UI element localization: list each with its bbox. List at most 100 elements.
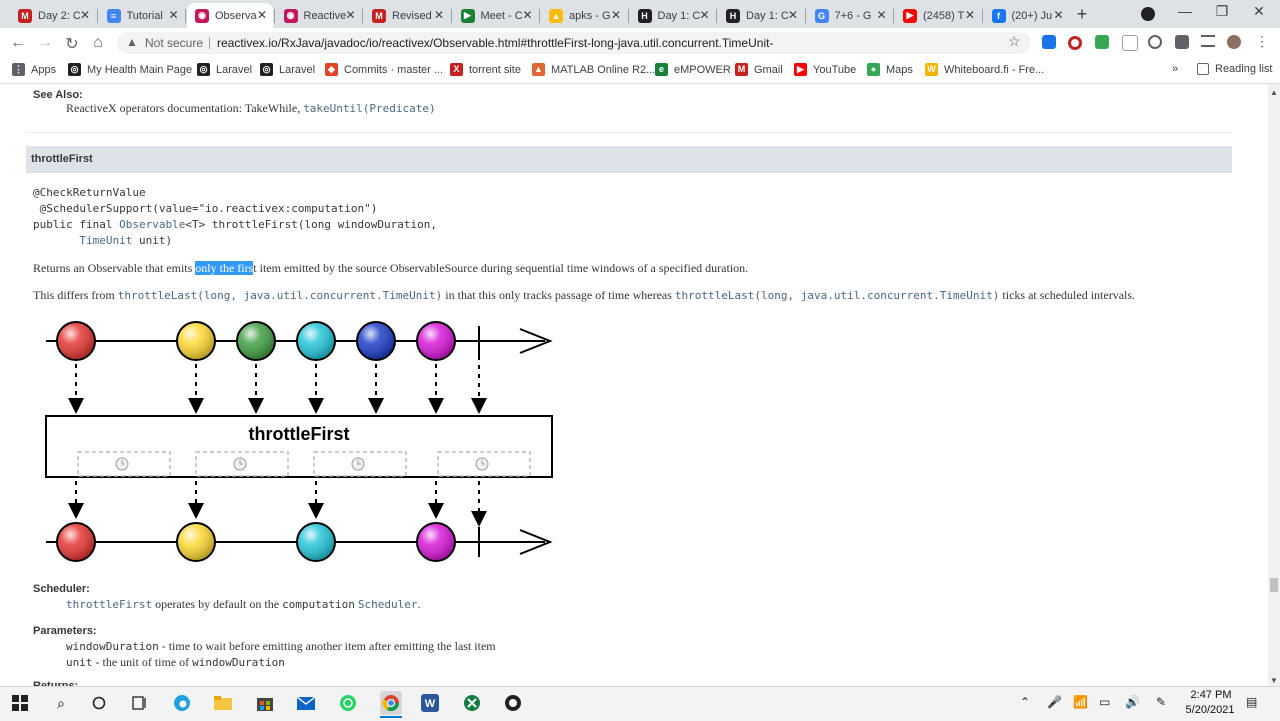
app-icon-green[interactable] (463, 694, 481, 712)
bookmark-0[interactable]: ⋮ Apps (12, 63, 56, 76)
notifications-icon[interactable]: ▤ (1246, 695, 1257, 709)
network-icon[interactable]: 📶 (1073, 695, 1088, 709)
tab-7[interactable]: H Day 1: C ✕ (630, 3, 716, 28)
close-tab-icon[interactable]: ✕ (611, 8, 621, 22)
bookmark-5[interactable]: Xtorrent site (450, 63, 521, 76)
vertical-scrollbar[interactable] (1268, 84, 1280, 686)
signature-method: <T> throttleFirst(long windowDuration, (185, 218, 437, 231)
bookmark-8[interactable]: M Gmail (735, 63, 783, 76)
parameters-heading: Parameters: (33, 625, 97, 637)
file-explorer-icon[interactable] (214, 694, 232, 712)
close-tab-icon[interactable]: ✕ (788, 8, 798, 22)
zoom-icon[interactable] (1148, 35, 1162, 49)
word-icon[interactable]: W (421, 694, 439, 712)
store-icon[interactable] (256, 694, 274, 712)
url-text[interactable]: reactivex.io/RxJava/javadoc/io/reactivex… (217, 36, 773, 50)
close-tab-icon[interactable]: ✕ (1053, 8, 1063, 22)
take-until-link[interactable]: takeUntil(Predicate) (303, 102, 435, 115)
reload-icon[interactable]: ↻ (62, 34, 82, 54)
close-tab-icon[interactable]: ✕ (168, 8, 178, 22)
bookmark-7[interactable]: e eMPOWER (655, 63, 731, 76)
forward-arrow-icon[interactable]: → (35, 34, 55, 52)
minimize-button[interactable]: — (1170, 3, 1200, 19)
tab-5[interactable]: ▶ Meet - C ✕ (453, 3, 539, 28)
cortana-icon[interactable] (90, 694, 108, 712)
tab-2[interactable]: ◉ Observa ✕ (187, 3, 273, 28)
clock-date[interactable]: 5/20/2021 (1180, 704, 1240, 716)
github-icon[interactable] (504, 694, 522, 712)
scroll-down-icon[interactable]: ▼ (1270, 676, 1278, 685)
extension-filter-icon[interactable] (1122, 35, 1138, 51)
tab-4[interactable]: M Revised ✕ (364, 3, 450, 28)
bookmarks-more-button[interactable]: » (1172, 63, 1178, 75)
task-view-icon[interactable] (131, 694, 149, 712)
scheduler-link[interactable]: Scheduler (358, 598, 418, 611)
tab-6[interactable]: ▲ apks - G ✕ (541, 3, 627, 28)
bookmark-6[interactable]: ▲ MATLAB Online R2... (532, 63, 655, 76)
tab-11[interactable]: f (20+) Ju ✕ (984, 3, 1070, 28)
profile-icon[interactable] (1141, 7, 1155, 21)
bookmark-9[interactable]: ▶ YouTube (794, 63, 856, 76)
bookmark-star-icon[interactable]: ☆ (1008, 33, 1021, 50)
whatsapp-icon[interactable] (339, 694, 357, 712)
extensions-puzzle-icon[interactable] (1175, 35, 1189, 49)
close-tab-icon[interactable]: ✕ (257, 8, 267, 22)
close-tab-icon[interactable]: ✕ (345, 8, 355, 22)
extension-copy-icon[interactable] (1095, 35, 1109, 49)
microphone-icon[interactable]: 🎤 (1047, 695, 1062, 709)
method-header (26, 146, 1232, 173)
bookmark-11[interactable]: W Whiteboard.fi - Fre... (925, 63, 1044, 76)
home-icon[interactable]: ⌂ (88, 34, 108, 52)
tab-9[interactable]: G 7+6 - G ✕ (807, 3, 893, 28)
scrollbar-thumb[interactable] (1270, 578, 1278, 592)
throttle-last-link-2[interactable]: throttleLast(long, java.util.concurrent.… (675, 289, 1000, 302)
maximize-button[interactable]: ❐ (1207, 3, 1237, 20)
not-secure-label[interactable]: Not secure (145, 36, 203, 50)
close-tab-icon[interactable]: ✕ (434, 8, 444, 22)
close-window-button[interactable]: ✕ (1244, 3, 1274, 20)
bookmark-1[interactable]: ◎ My Health Main Page (68, 63, 192, 76)
tab-3[interactable]: ◉ Reactive ✕ (276, 3, 362, 28)
tab-0[interactable]: M Day 2: C ✕ (10, 3, 96, 28)
close-tab-icon[interactable]: ✕ (80, 8, 90, 22)
tab-8[interactable]: H Day 1: C ✕ (718, 3, 804, 28)
close-tab-icon[interactable]: ✕ (522, 8, 532, 22)
tray-chevron-icon[interactable]: ⌃ (1020, 695, 1030, 709)
opera-icon[interactable] (1068, 36, 1082, 50)
bookmark-4[interactable]: ◆ Commits · master ... (325, 63, 443, 76)
input-drop-5-arrowhead-icon (428, 398, 444, 414)
observable-link[interactable]: Observable (119, 218, 185, 231)
pen-icon[interactable]: ✎ (1156, 695, 1166, 709)
desc-part-2: t item emitted by the source ObservableS… (253, 261, 749, 275)
close-tab-icon[interactable]: ✕ (876, 8, 886, 22)
close-tab-icon[interactable]: ✕ (699, 8, 709, 22)
back-arrow-icon[interactable]: ← (8, 34, 28, 52)
windows-start-icon[interactable] (11, 694, 29, 712)
mail-icon[interactable] (297, 694, 315, 712)
selected-text: only the firs (195, 261, 254, 275)
tab-favicon-icon: ▲ (549, 8, 563, 23)
volume-icon[interactable]: 🔊 (1125, 695, 1140, 709)
input-marble-0-shine (58, 323, 94, 359)
menu-kebab-icon[interactable]: ⋮ (1255, 33, 1269, 49)
reading-list-button[interactable]: Reading list (1197, 63, 1272, 75)
throttle-last-link[interactable]: throttleLast(long, java.util.concurrent.… (118, 289, 443, 302)
scroll-up-icon[interactable]: ▲ (1270, 88, 1278, 97)
bookmark-10[interactable]: ● Maps (867, 63, 913, 76)
close-tab-icon[interactable]: ✕ (965, 8, 975, 22)
battery-icon[interactable]: ▭ (1099, 695, 1110, 709)
bookmark-3[interactable]: ◎ Laravel (260, 63, 315, 76)
avatar[interactable] (1227, 35, 1241, 49)
clock-time[interactable]: 2:47 PM (1186, 689, 1236, 701)
edge-icon[interactable] (173, 694, 191, 712)
chrome-icon[interactable] (380, 691, 402, 715)
reading-mode-icon[interactable] (1201, 35, 1215, 47)
extension-translate-icon[interactable] (1042, 35, 1056, 49)
tab-1[interactable]: ≡ Tutorial ✕ (99, 3, 185, 28)
timeunit-link[interactable]: TimeUnit (79, 234, 132, 247)
new-tab-button[interactable]: + (1072, 4, 1092, 24)
search-icon[interactable]: ⌕ (52, 694, 70, 712)
tab-10[interactable]: ▶ (2458) T ✕ (895, 3, 981, 28)
warning-icon[interactable]: ▲ (126, 35, 138, 49)
bookmark-2[interactable]: ◎ Laravel (197, 63, 252, 76)
